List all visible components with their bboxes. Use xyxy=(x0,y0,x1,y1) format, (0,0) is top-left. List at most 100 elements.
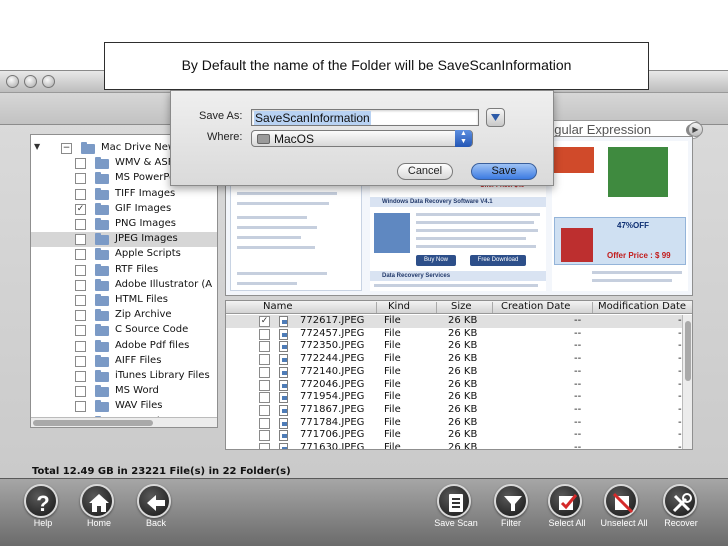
row-checkbox[interactable]: ✓ xyxy=(259,316,270,327)
table-row[interactable]: 772244.JPEGFile26 KB---- xyxy=(226,353,692,366)
file-kind-cell: File xyxy=(384,327,401,339)
recover-button[interactable] xyxy=(663,484,697,518)
save-as-input[interactable]: SaveScanInformation xyxy=(251,109,479,126)
zoom-window-button[interactable] xyxy=(42,75,55,88)
column-kind[interactable]: Kind xyxy=(388,301,410,312)
disclosure-triangle-icon[interactable]: ▼ xyxy=(34,142,40,151)
tree-horizontal-scrollbar[interactable] xyxy=(31,417,217,427)
table-row[interactable]: ✓772617.JPEGFile26 KB---- xyxy=(226,315,692,328)
unselect-all-button[interactable] xyxy=(604,484,638,518)
tree-item-checkbox[interactable] xyxy=(75,264,86,276)
image-file-icon xyxy=(279,354,288,366)
row-checkbox[interactable] xyxy=(259,341,270,353)
table-row[interactable]: 771867.JPEGFile26 KB---- xyxy=(226,404,692,417)
table-scrollbar[interactable] xyxy=(682,315,692,449)
tree-item-checkbox[interactable] xyxy=(75,173,86,185)
tree-item-checkbox[interactable] xyxy=(75,325,86,337)
table-scroll-thumb[interactable] xyxy=(685,321,691,381)
row-checkbox[interactable] xyxy=(259,443,270,449)
tree-item[interactable]: Zip Archive xyxy=(31,308,217,323)
table-header: Name Kind Size Creation Date Modificatio… xyxy=(226,301,692,314)
tree-item-checkbox[interactable]: − xyxy=(61,143,72,154)
tree-item-checkbox[interactable] xyxy=(75,234,86,246)
table-row[interactable]: 771630.JPEGFile26 KB---- xyxy=(226,442,692,449)
column-modification-date[interactable]: Modification Date xyxy=(598,301,686,312)
tree-item[interactable]: Apple Scripts xyxy=(31,247,217,262)
tree-item[interactable]: RTF Files xyxy=(31,263,217,278)
tree-item-checkbox[interactable] xyxy=(75,188,86,200)
file-created-cell: -- xyxy=(574,353,582,365)
row-checkbox[interactable] xyxy=(259,354,270,366)
expand-dialog-button[interactable] xyxy=(486,108,505,127)
save-as-label: Save As: xyxy=(199,110,243,122)
tree-item-checkbox[interactable] xyxy=(75,355,86,367)
column-name[interactable]: Name xyxy=(263,301,293,312)
row-checkbox[interactable] xyxy=(259,392,270,404)
row-checkbox[interactable] xyxy=(259,366,270,378)
tree-item-checkbox[interactable] xyxy=(75,401,86,413)
tree-item-checkbox[interactable] xyxy=(75,249,86,261)
column-size[interactable]: Size xyxy=(451,301,472,312)
tree-item[interactable]: TIFF Images xyxy=(31,187,217,202)
buy-now-link[interactable]: Buy Now xyxy=(416,255,456,266)
save-scan-button[interactable] xyxy=(437,484,471,518)
close-window-button[interactable] xyxy=(6,75,19,88)
filter-button[interactable] xyxy=(494,484,528,518)
row-checkbox[interactable] xyxy=(259,379,270,391)
nav-right-arrow-icon[interactable]: ▶ xyxy=(688,122,703,137)
tree-item[interactable]: HTML Files xyxy=(31,293,217,308)
save-button[interactable]: Save xyxy=(471,163,537,180)
tree-item-label: JPEG Images xyxy=(115,233,178,245)
row-checkbox[interactable] xyxy=(259,417,270,429)
table-row[interactable]: 772350.JPEGFile26 KB---- xyxy=(226,340,692,353)
folder-icon xyxy=(95,172,109,185)
tree-item[interactable]: ✓ GIF Images xyxy=(31,202,217,217)
tree-item-label: Zip Archive xyxy=(115,309,172,321)
tree-item-checkbox[interactable] xyxy=(75,219,86,230)
table-row[interactable]: 771784.JPEGFile26 KB---- xyxy=(226,417,692,430)
tree-item-checkbox[interactable] xyxy=(75,340,86,352)
table-row[interactable]: 772046.JPEGFile26 KB---- xyxy=(226,379,692,392)
tree-item[interactable]: iTunes Library Files xyxy=(31,369,217,384)
tree-item[interactable]: MS Word xyxy=(31,384,217,399)
recover-label: Recover xyxy=(664,518,698,528)
tree-item[interactable]: Adobe Illustrator (A xyxy=(31,278,217,293)
row-checkbox[interactable] xyxy=(259,430,270,442)
minimize-window-button[interactable] xyxy=(24,75,37,88)
free-download-link[interactable]: Free Download xyxy=(470,255,526,266)
preview-section2-title: Data Recovery Services xyxy=(370,271,546,281)
tree-item[interactable]: C Source Code xyxy=(31,323,217,338)
table-row[interactable]: 772140.JPEGFile26 KB---- xyxy=(226,366,692,379)
tree-item[interactable]: WAV Files xyxy=(31,399,217,414)
image-file-icon xyxy=(279,379,288,391)
tree-scroll-thumb[interactable] xyxy=(33,420,153,426)
help-button[interactable]: ? xyxy=(24,484,58,518)
where-select[interactable]: MacOS ▲ ▼ xyxy=(251,130,473,147)
file-size-cell: 26 KB xyxy=(448,378,478,390)
tree-item-checkbox[interactable] xyxy=(75,371,86,382)
tree-item[interactable]: Adobe Pdf files xyxy=(31,339,217,354)
tree-item[interactable]: AIFF Files xyxy=(31,354,217,369)
home-button[interactable] xyxy=(80,484,114,518)
tree-item-checkbox[interactable] xyxy=(75,310,86,322)
table-row[interactable]: 772457.JPEGFile26 KB---- xyxy=(226,328,692,341)
tree-item-checkbox[interactable] xyxy=(75,158,86,170)
back-button[interactable] xyxy=(137,484,171,518)
tree-item-checkbox[interactable] xyxy=(75,279,86,291)
row-checkbox[interactable] xyxy=(259,404,270,416)
tree-item-checkbox[interactable]: ✓ xyxy=(75,203,86,215)
tree-item[interactable]: PNG Images xyxy=(31,217,217,232)
column-creation-date[interactable]: Creation Date xyxy=(501,301,570,312)
file-kind-cell: File xyxy=(384,353,401,365)
save-as-value: SaveScanInformation xyxy=(254,111,371,125)
table-row[interactable]: 771954.JPEGFile26 KB---- xyxy=(226,391,692,404)
row-checkbox[interactable] xyxy=(259,328,270,340)
select-all-button[interactable] xyxy=(548,484,582,518)
file-size-cell: 26 KB xyxy=(448,327,478,339)
tree-item-checkbox[interactable] xyxy=(75,295,86,306)
cancel-button[interactable]: Cancel xyxy=(397,163,453,180)
table-row[interactable]: 771706.JPEGFile26 KB---- xyxy=(226,429,692,442)
tree-item-checkbox[interactable] xyxy=(75,386,86,398)
file-kind-cell: File xyxy=(384,378,401,390)
tree-item[interactable]: JPEG Images xyxy=(31,232,217,248)
